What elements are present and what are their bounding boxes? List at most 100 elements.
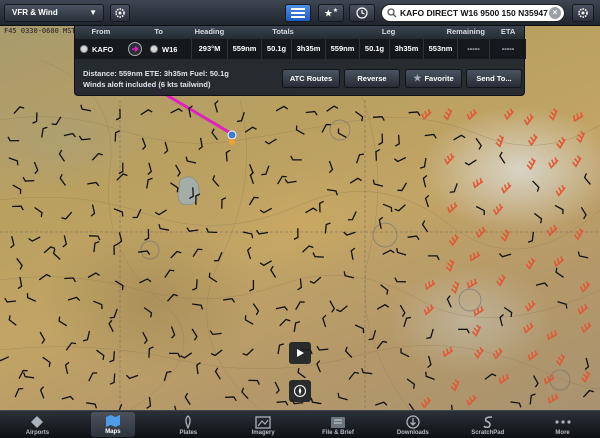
- wind-barb: [213, 252, 223, 262]
- wind-barb: [141, 137, 147, 151]
- atc-routes-button[interactable]: ATC Routes: [282, 69, 340, 88]
- tab-file-brief[interactable]: File & Brief: [301, 411, 376, 438]
- map-settings-button[interactable]: [572, 4, 594, 22]
- route-search-input[interactable]: KAFO DIRECT W16 9500 150 N35947 ×: [381, 4, 565, 22]
- scratchpad-icon: [483, 416, 492, 429]
- route-summary-winds: Winds aloft included (6 kts tailwind): [83, 80, 211, 89]
- wind-barb: [380, 284, 389, 295]
- from-waypoint[interactable]: KAFO: [75, 45, 125, 54]
- wind-barb: [0, 356, 9, 362]
- list-icon: [291, 8, 305, 18]
- wind-barb: [17, 276, 23, 290]
- wind-barb: [547, 330, 558, 341]
- wind-barb: [51, 116, 62, 126]
- waypoint-dot-icon: [80, 45, 88, 53]
- wind-barb: [223, 298, 236, 303]
- wind-barb: [422, 174, 428, 188]
- wind-barb: [526, 157, 536, 171]
- wind-barb: [7, 136, 20, 142]
- wind-barb: [246, 246, 252, 260]
- wind-barb: [8, 315, 17, 326]
- wind-barb: [424, 133, 437, 139]
- wind-barb: [427, 355, 432, 369]
- col-remaining: Remaining: [446, 27, 485, 36]
- wind-barb: [421, 220, 429, 233]
- tab-imagery[interactable]: Imagery: [226, 411, 301, 438]
- wind-barb: [146, 177, 153, 189]
- tab-airports[interactable]: Airports: [0, 411, 75, 438]
- settings-gear-button[interactable]: [110, 4, 130, 22]
- track-up-button[interactable]: [289, 380, 311, 402]
- wind-barb: [572, 112, 584, 123]
- wind-barb: [309, 276, 322, 284]
- wind-barb: [209, 330, 222, 336]
- send-to-button[interactable]: Send To...: [466, 69, 522, 88]
- tab-more[interactable]: More: [525, 411, 600, 438]
- wind-barb: [329, 300, 336, 313]
- flight-plan-button[interactable]: [285, 4, 311, 22]
- wind-barb: [310, 397, 322, 405]
- wind-barb: [337, 392, 348, 401]
- wind-barb: [535, 282, 549, 287]
- wind-barb: [58, 316, 68, 327]
- wind-barb: [78, 135, 91, 141]
- layer-select[interactable]: VFR & Wind ▼: [4, 4, 104, 22]
- wind-barb: [59, 173, 67, 186]
- to-waypoint[interactable]: W16: [145, 45, 191, 54]
- wind-barb: [344, 346, 353, 358]
- imagery-icon: [255, 415, 271, 429]
- wind-barb: [449, 183, 458, 193]
- col-totals: Totals: [272, 27, 294, 36]
- route-panel: From To Heading Totals Leg Remaining ETA…: [74, 26, 526, 96]
- wind-barb: [13, 106, 25, 115]
- tab-plates[interactable]: Plates: [151, 411, 226, 438]
- wind-barb: [61, 211, 73, 220]
- col-leg: Leg: [381, 27, 396, 36]
- wind-barb: [305, 110, 318, 116]
- tab-label: More: [555, 430, 570, 436]
- wind-barb: [316, 345, 329, 351]
- wind-barb: [403, 316, 412, 327]
- wind-barb: [527, 350, 539, 361]
- leg-distance: 559nm: [325, 39, 359, 59]
- wind-barb: [91, 152, 103, 161]
- wind-barb: [397, 182, 408, 192]
- tab-maps[interactable]: Maps: [90, 412, 135, 437]
- wind-barb: [252, 303, 260, 316]
- clock-icon: [356, 7, 368, 19]
- favorites-button[interactable]: ★★: [318, 4, 344, 22]
- wind-barb: [167, 293, 179, 302]
- wind-barb: [472, 177, 484, 189]
- reverse-button[interactable]: Reverse: [344, 69, 400, 88]
- favorite-button[interactable]: ★ Favorite: [405, 69, 462, 88]
- wind-barb: [326, 105, 339, 112]
- wind-barb: [458, 328, 470, 334]
- col-from: From: [91, 27, 111, 36]
- wind-barb: [354, 324, 365, 334]
- wind-barb: [297, 278, 303, 291]
- wind-barb: [259, 207, 273, 214]
- timer-button[interactable]: [349, 4, 375, 22]
- wind-barb: [354, 110, 364, 122]
- wind-barb: [555, 184, 566, 197]
- wind-barb: [297, 367, 306, 379]
- wind-barb: [261, 165, 270, 176]
- play-animation-button[interactable]: [289, 342, 311, 364]
- route-row[interactable]: KAFO W16 293°M 559nm 50.1g 3h35m 559nm 5…: [75, 39, 526, 59]
- play-icon: [297, 349, 304, 357]
- wind-barb: [394, 204, 406, 212]
- wind-barb: [22, 176, 35, 182]
- wind-barb: [577, 251, 589, 259]
- wind-barb: [64, 361, 70, 375]
- route-summary-distance: Distance: 559nm ETE: 3h35m Fuel: 50.1g: [83, 69, 229, 78]
- wind-barb: [421, 108, 432, 121]
- file-brief-icon: [331, 416, 345, 428]
- tab-downloads[interactable]: Downloads: [375, 411, 450, 438]
- wind-barb: [499, 151, 506, 164]
- clear-icon[interactable]: ×: [549, 7, 561, 19]
- wind-barb: [43, 246, 56, 254]
- wind-barb: [473, 306, 485, 317]
- tab-scratchpad[interactable]: ScratchPad: [450, 411, 525, 438]
- wind-barb: [192, 303, 204, 310]
- heading-value: 293°M: [191, 39, 227, 59]
